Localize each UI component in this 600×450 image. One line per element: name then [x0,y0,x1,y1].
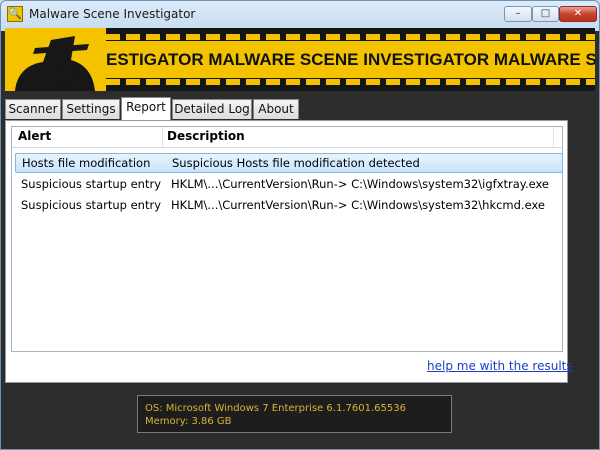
tab-about[interactable]: About [253,99,299,119]
tape-stripe-top [106,34,595,40]
memory-info: Memory: 3.86 GB [145,416,232,427]
column-header-alert[interactable]: Alert [12,127,163,147]
description-cell: Suspicious Hosts file modification detec… [172,156,420,170]
alert-cell: Suspicious startup entry [21,198,161,212]
table-row[interactable]: Hosts file modification Suspicious Hosts… [15,153,563,173]
banner: ESTIGATOR MALWARE SCENE INVESTIGATOR MAL… [5,28,595,91]
tab-settings[interactable]: Settings [62,99,120,119]
os-info: OS: Microsoft Windows 7 Enterprise 6.1.7… [145,403,406,414]
alert-cell: Hosts file modification [22,156,151,170]
tape-stripe-bottom [106,79,595,85]
window-title: Malware Scene Investigator [29,7,196,21]
list-header: Alert Description [12,127,562,148]
description-cell: HKLM\...\CurrentVersion\Run-> C:\Windows… [171,177,550,191]
column-header-description[interactable]: Description [164,127,554,147]
system-info-box: OS: Microsoft Windows 7 Enterprise 6.1.7… [137,395,452,433]
minimize-button[interactable]: – [504,6,532,22]
description-cell: HKLM\...\CurrentVersion\Run-> C:\Windows… [171,198,545,212]
maximize-button[interactable]: □ [532,6,559,22]
tab-detailed-log[interactable]: Detailed Log [172,99,252,119]
table-row[interactable]: Suspicious startup entry HKLM\...\Curren… [15,195,563,215]
alert-cell: Suspicious startup entry [21,177,161,191]
report-panel: Alert Description Hosts file modificatio… [5,120,573,383]
table-row[interactable]: Suspicious startup entry HKLM\...\Curren… [15,174,563,194]
magnifier-app-icon: 🔍 [7,6,23,22]
tab-report[interactable]: Report [121,97,171,120]
close-button[interactable]: ✕ [559,6,597,22]
detective-logo [5,28,106,91]
help-results-link[interactable]: help me with the results [427,359,573,373]
app-window: 🔍 Malware Scene Investigator – □ ✕ ESTIG… [0,0,600,450]
banner-text: ESTIGATOR MALWARE SCENE INVESTIGATOR MAL… [106,41,595,78]
caution-tape: ESTIGATOR MALWARE SCENE INVESTIGATOR MAL… [106,28,595,91]
tab-scanner[interactable]: Scanner [5,99,61,119]
title-bar[interactable]: 🔍 Malware Scene Investigator – □ ✕ [1,1,599,27]
report-list[interactable]: Alert Description Hosts file modificatio… [11,126,563,352]
